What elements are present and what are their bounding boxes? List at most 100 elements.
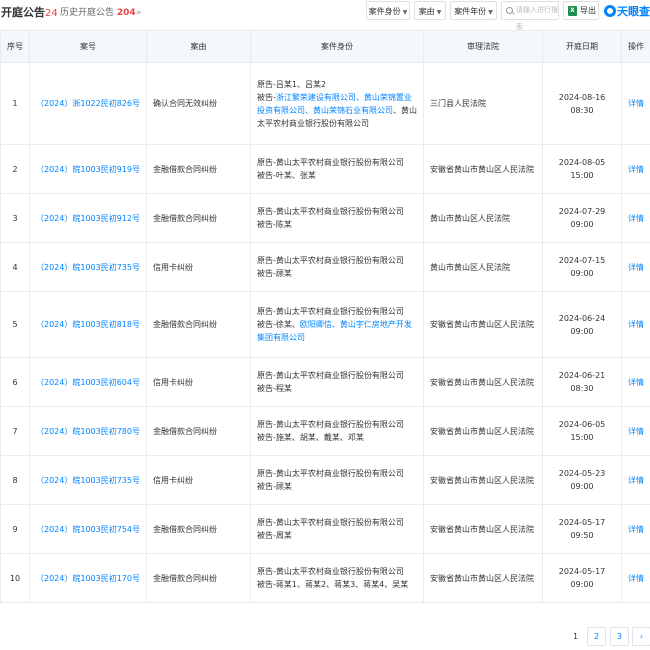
case-parties: 原告-黄山太平农村商业银行股份有限公司 被告-陈某 bbox=[250, 193, 424, 243]
party-plaintiff: 原告-黄山太平农村商业银行股份有限公司 bbox=[257, 371, 404, 380]
detail-link[interactable]: 详情 bbox=[628, 263, 644, 272]
party-defendant: 被告-蒋某1、蒋某2、蒋某3、蒋某4、吴某 bbox=[257, 578, 417, 591]
case-number-link[interactable]: （2024）皖1003民初919号 bbox=[36, 165, 140, 174]
table-row: 6 （2024）皖1003民初604号 信用卡纠纷 原告-黄山太平农村商业银行股份有限… bbox=[0, 357, 650, 407]
case-number-link[interactable]: （2024）皖1003民初754号 bbox=[36, 525, 140, 534]
case-parties: 原告-吕某1、吕某2 被告-浙江繁荣建设有限公司、黄山荣锦置业投资有限公司、黄山荣… bbox=[250, 62, 424, 145]
case-number-link[interactable]: （2024）皖1003民初170号 bbox=[36, 574, 140, 583]
case-number-link[interactable]: （2024）皖1003民初735号 bbox=[36, 476, 140, 485]
detail-link[interactable]: 详情 bbox=[628, 214, 644, 223]
party-defendant: 被告-周某 bbox=[257, 529, 417, 542]
case-number-link[interactable]: （2024）皖1003民初735号 bbox=[36, 263, 140, 272]
party-defendant-prefix: 被告-陈某 bbox=[257, 220, 292, 229]
search-icon bbox=[506, 7, 513, 14]
history-label: 历史开庭公告 bbox=[60, 8, 115, 18]
detail-link[interactable]: 详情 bbox=[628, 574, 644, 583]
table-row: 10 （2024）皖1003民初170号 金融借款合同纠纷 原告-黄山太平农村商业银行… bbox=[0, 553, 650, 603]
detail-link[interactable]: 详情 bbox=[628, 525, 644, 534]
detail-link[interactable]: 详情 bbox=[628, 320, 644, 329]
case-number-link[interactable]: （2024）皖1003民初912号 bbox=[36, 214, 140, 223]
col-header-court: 审理法院 bbox=[423, 30, 543, 63]
case-number-link[interactable]: （2024）浙1022民初826号 bbox=[36, 99, 140, 108]
search-input[interactable]: 请输入进行搜索 bbox=[501, 1, 559, 31]
history-chevron-icon: » bbox=[135, 8, 142, 18]
table-row: 8 （2024）皖1003民初735号 信用卡纠纷 原告-黄山太平农村商业银行股份有限… bbox=[0, 455, 650, 505]
filter-case-year[interactable]: 案件年份 ▼ bbox=[450, 1, 497, 20]
col-header-index: 序号 bbox=[0, 30, 30, 63]
export-label: 导出 bbox=[580, 6, 596, 15]
hearing-date: 2024-07-29 09:00 bbox=[542, 193, 622, 243]
detail-link[interactable]: 详情 bbox=[628, 165, 644, 174]
party-defendant-prefix: 被告-顾某 bbox=[257, 482, 292, 491]
hearing-date: 2024-08-16 08:30 bbox=[542, 62, 622, 145]
party-defendant-prefix: 被告-程某 bbox=[257, 384, 292, 393]
party-defendant: 被告-顾某 bbox=[257, 267, 417, 280]
detail-link[interactable]: 详情 bbox=[628, 99, 644, 108]
party-plaintiff: 原告-黄山太平农村商业银行股份有限公司 bbox=[257, 158, 404, 167]
party-defendant: 被告-陈某 bbox=[257, 218, 417, 231]
next-page-button[interactable]: › bbox=[632, 627, 650, 646]
row-index: 3 bbox=[0, 193, 30, 243]
case-cause: 确认合同无效纠纷 bbox=[146, 62, 251, 145]
row-index: 1 bbox=[0, 62, 30, 145]
col-header-case-no: 案号 bbox=[29, 30, 147, 63]
row-index: 9 bbox=[0, 504, 30, 554]
row-index: 4 bbox=[0, 242, 30, 292]
table-row: 5 （2024）皖1003民初818号 金融借款合同纠纷 原告-黄山太平农村商业银行股… bbox=[0, 291, 650, 358]
party-defendant-prefix: 被告-顾某 bbox=[257, 269, 292, 278]
court-name: 安徽省黄山市黄山区人民法院 bbox=[423, 455, 543, 505]
party-defendant-prefix: 被告-周某 bbox=[257, 531, 292, 540]
hearing-date: 2024-07-15 09:00 bbox=[542, 242, 622, 292]
party-defendant: 被告-程某 bbox=[257, 382, 417, 395]
party-plaintiff: 原告-黄山太平农村商业银行股份有限公司 bbox=[257, 207, 404, 216]
row-index: 7 bbox=[0, 406, 30, 456]
party-plaintiff: 原告-吕某1、吕某2 bbox=[257, 79, 327, 89]
hearing-date: 2024-05-23 09:00 bbox=[542, 455, 622, 505]
history-count: 204 bbox=[116, 8, 136, 18]
filter-case-role[interactable]: 案件身份 ▼ bbox=[366, 1, 410, 20]
party-plaintiff: 原告-黄山太平农村商业银行股份有限公司 bbox=[257, 567, 404, 576]
party-defendant-prefix: 被告- bbox=[257, 92, 276, 102]
table-row: 1 （2024）浙1022民初826号 确认合同无效纠纷 原告-吕某1、吕某2 被告-浙… bbox=[0, 62, 650, 145]
filter-cause[interactable]: 案由 ▼ bbox=[414, 1, 446, 20]
party-defendant: 被告-浙江繁荣建设有限公司、黄山荣锦置业投资有限公司、黄山荣锦石业有限公司、黄山… bbox=[257, 91, 417, 130]
party-defendant: 被告-叶某、张某 bbox=[257, 169, 417, 182]
export-button[interactable]: X 导出 bbox=[563, 1, 599, 20]
hearing-date: 2024-05-17 09:00 bbox=[542, 553, 622, 603]
col-header-action: 操作 bbox=[621, 30, 650, 63]
case-number-link[interactable]: （2024）皖1003民初818号 bbox=[36, 320, 140, 329]
case-cause: 信用卡纠纷 bbox=[146, 357, 251, 407]
case-parties: 原告-黄山太平农村商业银行股份有限公司 被告-程某 bbox=[250, 357, 424, 407]
party-defendant-links[interactable]: 浙江繁荣建设有限公司、黄山荣锦置业投资有限公司、黄山荣锦石业有限公司 bbox=[257, 93, 412, 115]
case-cause: 信用卡纠纷 bbox=[146, 242, 251, 292]
history-link[interactable]: 历史开庭公告 204» bbox=[60, 5, 141, 18]
court-name: 三门县人民法院 bbox=[423, 62, 543, 145]
page-2[interactable]: 2 bbox=[587, 627, 606, 646]
row-index: 8 bbox=[0, 455, 30, 505]
detail-link[interactable]: 详情 bbox=[628, 427, 644, 436]
page-3[interactable]: 3 bbox=[610, 627, 629, 646]
section-count: 24 bbox=[45, 8, 58, 19]
party-plaintiff: 原告-黄山太平农村商业银行股份有限公司 bbox=[257, 256, 404, 265]
logo-text: 天眼查 bbox=[617, 5, 650, 18]
hearing-date: 2024-05-17 09:50 bbox=[542, 504, 622, 554]
party-defendant-prefix: 被告-叶某、张某 bbox=[257, 171, 316, 180]
detail-link[interactable]: 详情 bbox=[628, 476, 644, 485]
detail-link[interactable]: 详情 bbox=[628, 378, 644, 387]
court-name: 安徽省黄山市黄山区人民法院 bbox=[423, 144, 543, 194]
party-defendant: 被告-施某、胡某、戴某、邓某 bbox=[257, 431, 417, 444]
case-parties: 原告-黄山太平农村商业银行股份有限公司 被告-徐某、欧阳卿信、黄山宇仁房地产开发集… bbox=[250, 291, 424, 358]
table-header-row: 序号 案号 案由 案件身份 审理法院 开庭日期 操作 bbox=[0, 30, 650, 63]
case-number-link[interactable]: （2024）皖1003民初604号 bbox=[36, 378, 140, 387]
case-number-link[interactable]: （2024）皖1003民初780号 bbox=[36, 427, 140, 436]
case-cause: 信用卡纠纷 bbox=[146, 455, 251, 505]
page-1[interactable]: 1 bbox=[566, 627, 585, 646]
case-parties: 原告-黄山太平农村商业银行股份有限公司 被告-施某、胡某、戴某、邓某 bbox=[250, 406, 424, 456]
case-parties: 原告-黄山太平农村商业银行股份有限公司 被告-叶某、张某 bbox=[250, 144, 424, 194]
party-plaintiff: 原告-黄山太平农村商业银行股份有限公司 bbox=[257, 469, 404, 478]
tianyancha-logo: 天眼查 bbox=[604, 3, 650, 19]
party-defendant: 被告-徐某、欧阳卿信、黄山宇仁房地产开发集团有限公司 bbox=[257, 318, 417, 344]
row-index: 2 bbox=[0, 144, 30, 194]
excel-icon: X bbox=[568, 6, 577, 16]
court-name: 安徽省黄山市黄山区人民法院 bbox=[423, 357, 543, 407]
